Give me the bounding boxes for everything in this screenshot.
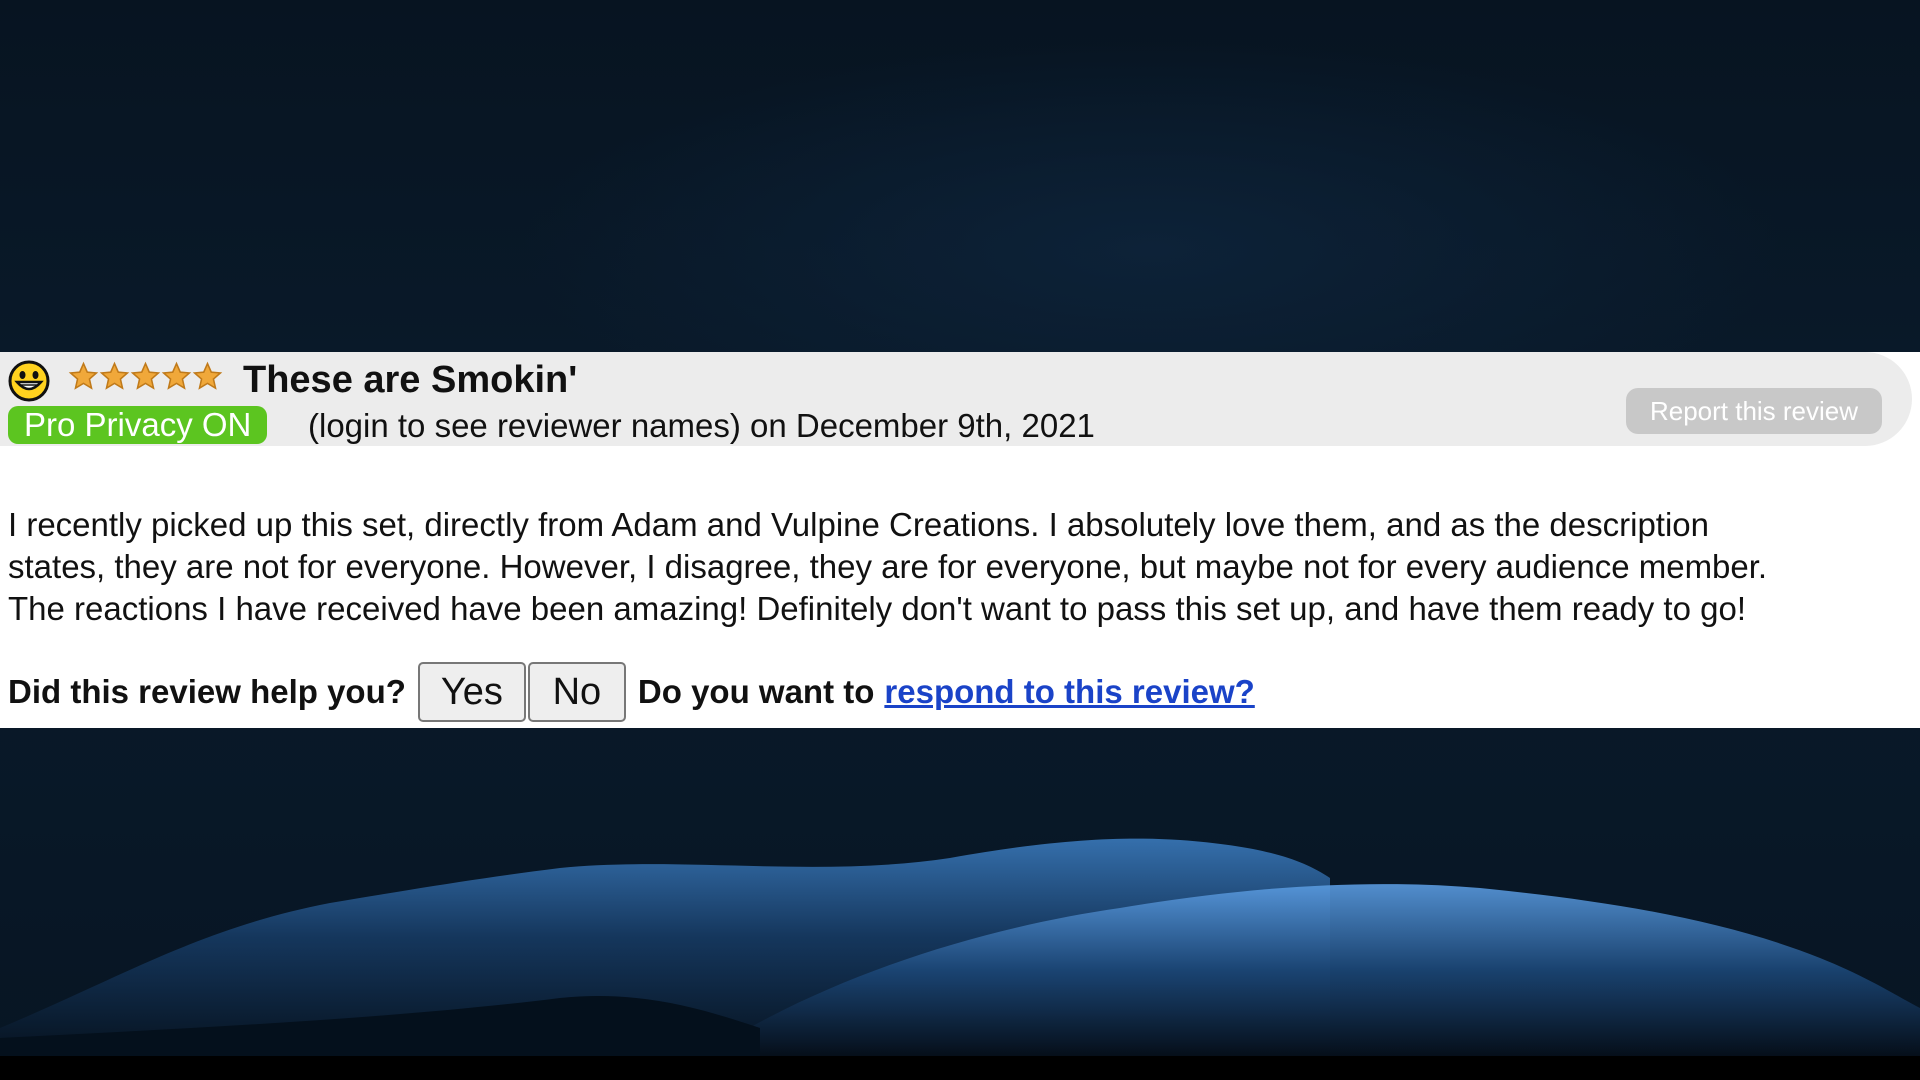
star-icon <box>99 361 130 390</box>
review-body-line: states, they are not for everyone. Howev… <box>8 548 1768 585</box>
star-icon <box>192 361 223 390</box>
respond-to-review-link[interactable]: respond to this review? <box>884 673 1254 711</box>
vote-no-button[interactable]: No <box>527 662 626 722</box>
review-body: I recently picked up this set, directly … <box>8 504 1913 630</box>
star-icon <box>68 361 99 390</box>
star-rating <box>68 360 223 400</box>
helpful-vote-row: Did this review help you? Yes No Do you … <box>8 660 1255 724</box>
review-title: These are Smokin' <box>243 359 578 401</box>
vote-yes-button[interactable]: Yes <box>417 662 526 722</box>
respond-prompt: Do you want to <box>637 673 875 710</box>
smiley-face-icon <box>8 360 50 402</box>
review-body-line: I recently picked up this set, directly … <box>8 506 1709 543</box>
reviewer-info: (login to see reviewer names) on Decembe… <box>308 407 1095 444</box>
rock-landscape-image <box>0 838 1920 1058</box>
review-body-line: The reactions I have received have been … <box>8 590 1746 627</box>
report-review-button[interactable]: Report this review <box>1626 388 1882 434</box>
star-icon <box>130 361 161 390</box>
bottom-letterbox-bar <box>0 1056 1920 1080</box>
review-card: These are Smokin' Pro Privacy ON (login … <box>0 352 1920 728</box>
review-header: These are Smokin' Pro Privacy ON (login … <box>0 352 1912 446</box>
star-icon <box>161 361 192 390</box>
background-scene: These are Smokin' Pro Privacy ON (login … <box>0 0 1920 1080</box>
pro-privacy-badge: Pro Privacy ON <box>8 406 268 444</box>
helpful-prompt: Did this review help you? <box>8 673 406 710</box>
